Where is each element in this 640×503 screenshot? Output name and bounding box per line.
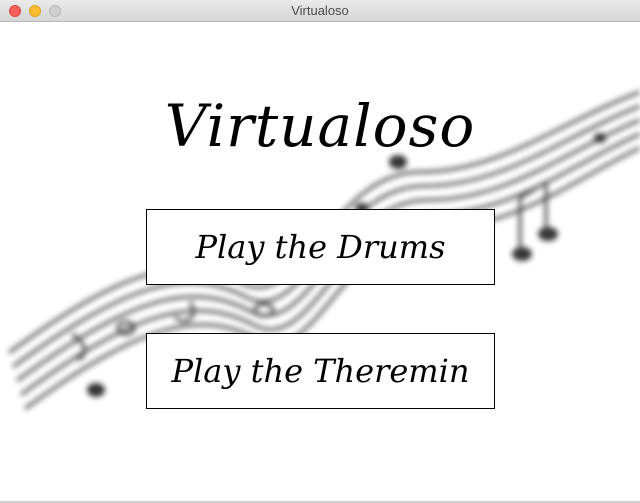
play-drums-button[interactable]: Play the Drums <box>146 209 495 285</box>
play-theremin-button[interactable]: Play the Theremin <box>146 333 495 409</box>
window-title: Virtualoso <box>291 3 349 18</box>
app-window: Virtualoso Virtualoso Play the Drums Pla… <box>0 0 640 503</box>
title-bar[interactable]: Virtualoso <box>0 0 640 22</box>
main-content: Virtualoso Play the Drums Play the There… <box>0 22 640 503</box>
app-title: Virtualoso <box>164 92 476 160</box>
